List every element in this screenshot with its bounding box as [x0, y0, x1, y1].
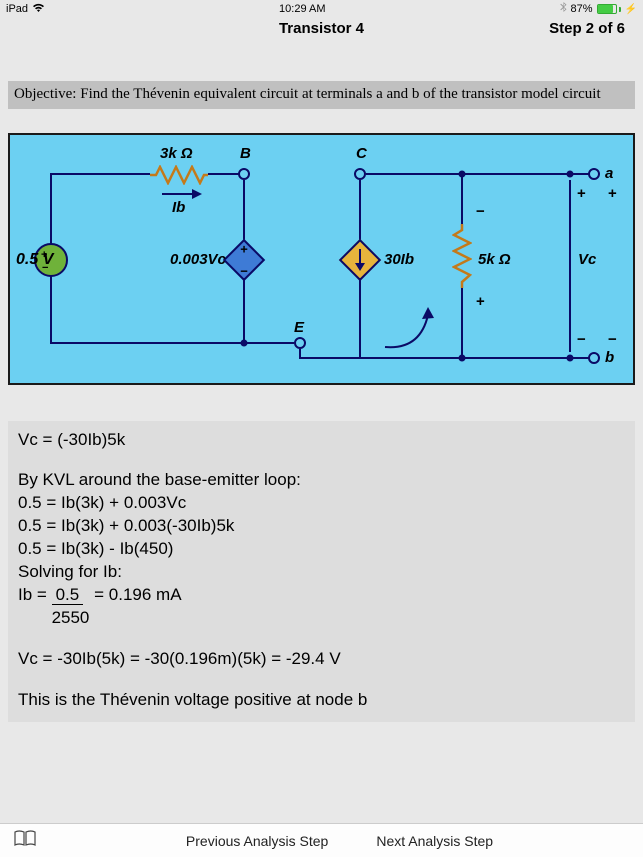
- dep-v-label: 0.003Vc: [170, 251, 226, 268]
- wifi-icon: [32, 3, 45, 16]
- calc-line: By KVL around the base-emitter loop:: [18, 469, 625, 492]
- ib-arrow-icon: [192, 188, 204, 200]
- terminal-b: [588, 352, 600, 364]
- plus-sign: +: [240, 241, 248, 256]
- step-indicator: Step 2 of 6: [423, 20, 625, 37]
- bottom-toolbar: Previous Analysis Step Next Analysis Ste…: [0, 823, 643, 857]
- status-bar: iPad 10:29 AM 87% ⚡: [0, 0, 643, 18]
- resistor-5k: [452, 224, 472, 292]
- node-c-label: C: [356, 145, 367, 162]
- calc-line: Ib = 0.5 2550 = 0.196 mA: [18, 584, 625, 630]
- node-b: [238, 168, 250, 180]
- dep-i-label: 30Ib: [384, 251, 414, 268]
- terminal-a: [588, 168, 600, 180]
- terminal-a-label: a: [605, 165, 613, 182]
- book-icon[interactable]: [14, 830, 36, 851]
- vsource-label: 0.5 V: [16, 251, 53, 269]
- minus-sign: −: [240, 263, 248, 278]
- loop-arrow-icon: [380, 305, 440, 355]
- clock: 10:29 AM: [279, 3, 325, 15]
- calc-line: 0.5 = Ib(3k) + 0.003(-30Ib)5k: [18, 515, 625, 538]
- page-title: Transistor 4: [220, 20, 422, 37]
- bluetooth-icon: [560, 2, 567, 16]
- node-c: [354, 168, 366, 180]
- current-arrow-icon: [354, 247, 366, 273]
- next-step-button[interactable]: Next Analysis Step: [376, 833, 493, 849]
- r2-label: 5k Ω: [478, 251, 511, 268]
- terminal-b-label: b: [605, 349, 614, 366]
- battery-icon: [597, 4, 621, 14]
- calculation-box: Vc = (-30Ib)5k By KVL around the base-em…: [8, 421, 635, 722]
- charging-icon: ⚡: [625, 4, 637, 15]
- calc-line: This is the Thévenin voltage positive at…: [18, 689, 625, 712]
- calc-line: Solving for Ib:: [18, 561, 625, 584]
- header: Transistor 4 Step 2 of 6: [0, 18, 643, 45]
- battery-pct: 87%: [571, 3, 593, 15]
- vc-label: Vc: [578, 251, 596, 268]
- calc-line: 0.5 = Ib(3k) + 0.003Vc: [18, 492, 625, 515]
- node-e-label: E: [294, 319, 304, 336]
- calc-line: Vc = (-30Ib)5k: [18, 429, 625, 452]
- calc-line: Vc = -30Ib(5k) = -30(0.196m)(5k) = -29.4…: [18, 648, 625, 671]
- calc-line: 0.5 = Ib(3k) - Ib(450): [18, 538, 625, 561]
- resistor-3k: [150, 165, 208, 189]
- ib-label: Ib: [172, 199, 185, 216]
- node-b-label: B: [240, 145, 251, 162]
- node-e: [294, 337, 306, 349]
- circuit-diagram: + − +− 3k Ω B C a: [8, 133, 635, 385]
- objective-box: Objective: Find the Thévenin equivalent …: [8, 81, 635, 109]
- r1-label: 3k Ω: [160, 145, 193, 162]
- prev-step-button[interactable]: Previous Analysis Step: [186, 833, 328, 849]
- device-label: iPad: [6, 3, 28, 15]
